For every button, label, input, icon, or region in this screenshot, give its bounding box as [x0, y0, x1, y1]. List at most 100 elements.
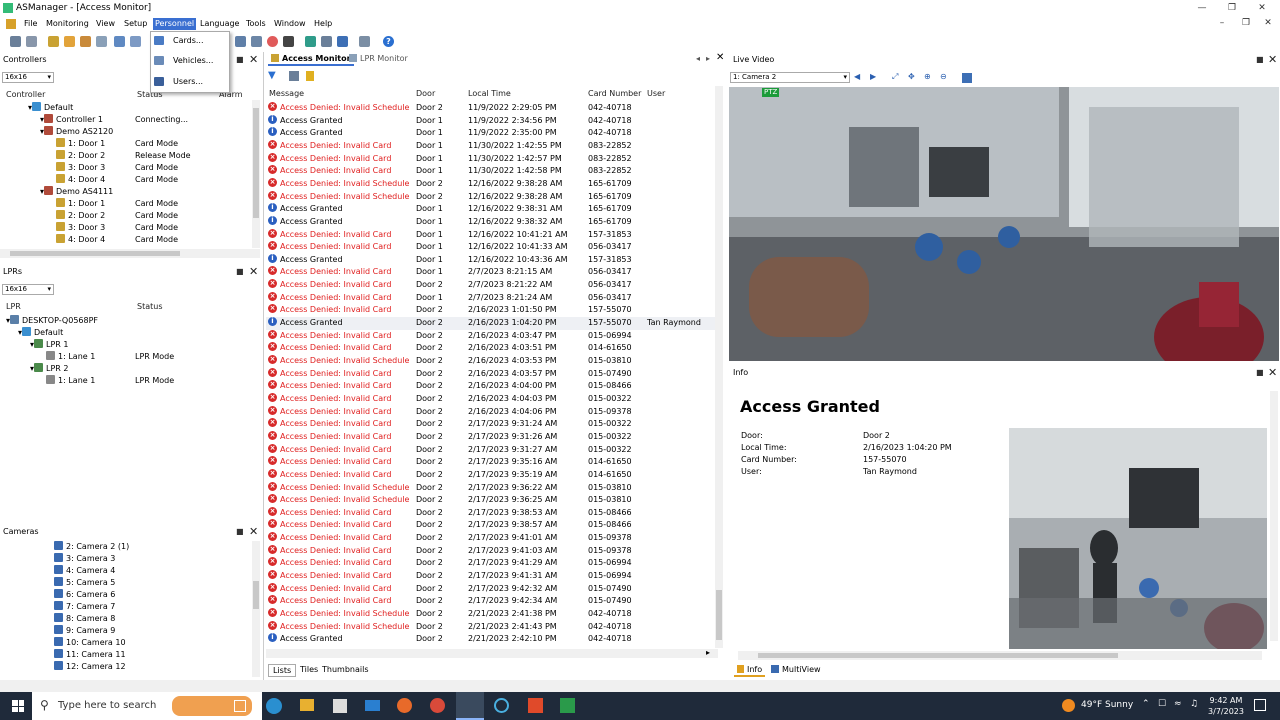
toolbar-grid-icon[interactable] [251, 36, 262, 47]
table-row[interactable]: × Access Denied: Invalid Card Door 2 2/17/2… [266, 443, 718, 457]
tab-multiview[interactable]: MultiView [768, 664, 824, 675]
camera-list-item[interactable]: 10: Camera 10 [54, 637, 126, 649]
menu-tools[interactable]: Tools [244, 18, 268, 30]
menu-item-users[interactable]: Users... [151, 73, 229, 91]
pin-icon[interactable]: ■ [236, 55, 244, 64]
move-icon[interactable]: ✥ [908, 72, 915, 81]
camera-list-item[interactable]: 11: Camera 11 [54, 649, 126, 661]
column-status[interactable]: Status [137, 302, 163, 311]
pin-icon[interactable]: ■ [236, 267, 244, 276]
chrome-icon[interactable] [430, 698, 445, 713]
controller-tree-row[interactable]: 2: Door 2 Card Mode [0, 210, 252, 222]
table-row[interactable]: × Access Denied: Invalid Card Door 1 2/7/20… [266, 291, 718, 305]
lprs-tree[interactable]: ▾ DESKTOP-Q0568PF ▾ Default ▾ LPR 1 1: Lane… [0, 315, 252, 395]
table-row[interactable]: i Access Granted Door 2 2/16/2023 1:04:20 P… [266, 317, 718, 330]
next-camera-icon[interactable]: ▶ [870, 72, 876, 81]
lprs-size-select[interactable]: 16x16 ▾ [2, 284, 54, 295]
table-row[interactable]: × Access Denied: Invalid Card Door 2 2/17/2… [266, 557, 718, 570]
table-row[interactable]: × Access Denied: Invalid Card Door 2 2/16/2… [266, 304, 718, 317]
prev-camera-icon[interactable]: ◀ [854, 72, 860, 81]
controller-tree-row[interactable]: 4: Door 4 Card Mode [0, 234, 252, 246]
table-row[interactable]: × Access Denied: Invalid Card Door 2 2/16/2… [266, 367, 718, 381]
table-row[interactable]: × Access Denied: Invalid Card Door 2 2/17/2… [266, 418, 718, 431]
controllers-tree[interactable]: ▾ Default ▾ Controller 1 Connecting... ▾ De… [0, 102, 252, 248]
column-message[interactable]: Message [269, 89, 304, 98]
table-row[interactable]: × Access Denied: Invalid Card Door 2 2/16/2… [266, 329, 718, 343]
pin-icon[interactable]: ■ [1256, 368, 1264, 377]
firefox-icon[interactable] [397, 698, 412, 713]
toolbar-controller-icon[interactable] [48, 36, 59, 47]
close-tab-icon[interactable]: ✕ [716, 52, 724, 63]
toolbar-monitor-icon[interactable] [130, 36, 141, 47]
zoom-in-icon[interactable]: ⊕ [924, 72, 931, 81]
recorder-icon[interactable] [528, 698, 543, 713]
controller-tree-row[interactable]: ▾ Default [0, 102, 252, 114]
toolbar-user-icon[interactable] [283, 36, 294, 47]
tab-lists[interactable]: Lists [268, 664, 297, 677]
notifications-icon[interactable] [1254, 699, 1266, 711]
camera-list-item[interactable]: 4: Camera 4 [54, 565, 115, 577]
app-taskbar-icon[interactable] [494, 698, 509, 713]
column-card-number[interactable]: Card Number [588, 89, 641, 98]
table-row[interactable]: × Access Denied: Invalid Schedule Door 2 12… [266, 190, 718, 204]
toolbar-open-icon[interactable] [10, 36, 21, 47]
store-icon[interactable] [333, 699, 347, 713]
child-minimize-icon[interactable]: – [1212, 17, 1232, 29]
monitor-hscroll[interactable]: ▸ [266, 648, 718, 658]
table-row[interactable]: × Access Denied: Invalid Schedule Door 2 2/… [266, 355, 718, 368]
menu-setup[interactable]: Setup [122, 18, 149, 30]
lpr-tree-row[interactable]: 1: Lane 1 LPR Mode [0, 375, 252, 387]
tab-access-monitor[interactable]: Access Monitor [268, 53, 354, 66]
camera-list-item[interactable]: 9: Camera 9 [54, 625, 115, 637]
table-row[interactable]: × Access Denied: Invalid Schedule Door 2 11… [266, 102, 718, 115]
close-panel-icon[interactable]: ✕ [249, 265, 258, 278]
controller-tree-row[interactable]: 1: Door 1 Card Mode [0, 198, 252, 210]
mail-icon[interactable] [365, 700, 380, 711]
lpr-tree-row[interactable]: ▾ DESKTOP-Q0568PF [0, 315, 252, 327]
column-door[interactable]: Door [416, 89, 435, 98]
menu-help[interactable]: Help [312, 18, 334, 30]
lpr-tree-row[interactable]: ▾ Default [0, 327, 252, 339]
cameras-list[interactable]: 2: Camera 2 (1) 3: Camera 3 4: Camera 4 5: … [0, 541, 252, 677]
toolbar-warning-icon[interactable] [64, 36, 75, 47]
camera-list-item[interactable]: 7: Camera 7 [54, 601, 115, 613]
toolbar-print-icon[interactable] [359, 36, 370, 47]
menu-view[interactable]: View [94, 18, 117, 30]
tab-scroll-left-icon[interactable]: ◂ [696, 54, 700, 63]
minimize-icon[interactable]: — [1192, 2, 1212, 14]
toolbar-layout-icon[interactable] [321, 36, 332, 47]
menu-personnel[interactable]: Personnel [153, 18, 197, 30]
child-close-icon[interactable]: ✕ [1258, 17, 1278, 29]
app2-taskbar-icon[interactable] [560, 698, 575, 713]
file-explorer-icon[interactable] [300, 699, 314, 711]
menu-monitoring[interactable]: Monitoring [44, 18, 91, 30]
child-restore-icon[interactable]: ❐ [1236, 17, 1256, 29]
clock-time[interactable]: 9:42 AM [1206, 696, 1246, 705]
event-snapshot[interactable] [1009, 428, 1267, 649]
toolbar-video-icon[interactable] [305, 36, 316, 47]
toolbar-save-icon[interactable] [26, 36, 37, 47]
column-user[interactable]: User [647, 89, 665, 98]
table-row[interactable]: i Access Granted Door 1 12/16/2022 9:38:32 … [266, 215, 718, 229]
table-row[interactable]: × Access Denied: Invalid Card Door 2 2/16/2… [266, 392, 718, 406]
table-row[interactable]: × Access Denied: Invalid Card Door 2 2/17/2… [266, 456, 718, 469]
edge-icon[interactable] [266, 698, 282, 714]
table-row[interactable]: i Access Granted Door 1 11/9/2022 2:34:56 P… [266, 114, 718, 128]
chevron-up-icon[interactable]: ⌃ [1142, 699, 1150, 709]
camera-select[interactable]: 1: Camera 2 ▾ [730, 72, 850, 83]
table-row[interactable]: × Access Denied: Invalid Card Door 2 2/17/2… [266, 506, 718, 520]
table-row[interactable]: × Access Denied: Invalid Card Door 1 11/30/… [266, 139, 718, 153]
table-row[interactable]: × Access Denied: Invalid Card Door 2 2/17/2… [266, 430, 718, 444]
table-row[interactable]: × Access Denied: Invalid Schedule Door 2 12… [266, 177, 718, 191]
windows-start-icon[interactable] [12, 700, 24, 712]
table-row[interactable]: × Access Denied: Invalid Card Door 2 2/17/2… [266, 570, 718, 583]
table-row[interactable]: × Access Denied: Invalid Card Door 1 12/16/… [266, 228, 718, 242]
lpr-tree-row[interactable]: 1: Lane 1 LPR Mode [0, 351, 252, 363]
weather-text[interactable]: 49°F Sunny [1081, 700, 1133, 710]
close-panel-icon[interactable]: ✕ [249, 53, 258, 66]
toolbar-settings-icon[interactable] [235, 36, 246, 47]
table-row[interactable]: × Access Denied: Invalid Schedule Door 2 2/… [266, 481, 718, 495]
filter-icon[interactable]: ▼ [268, 70, 276, 81]
pin-icon[interactable]: ■ [236, 527, 244, 536]
column-lpr[interactable]: LPR [6, 302, 21, 311]
